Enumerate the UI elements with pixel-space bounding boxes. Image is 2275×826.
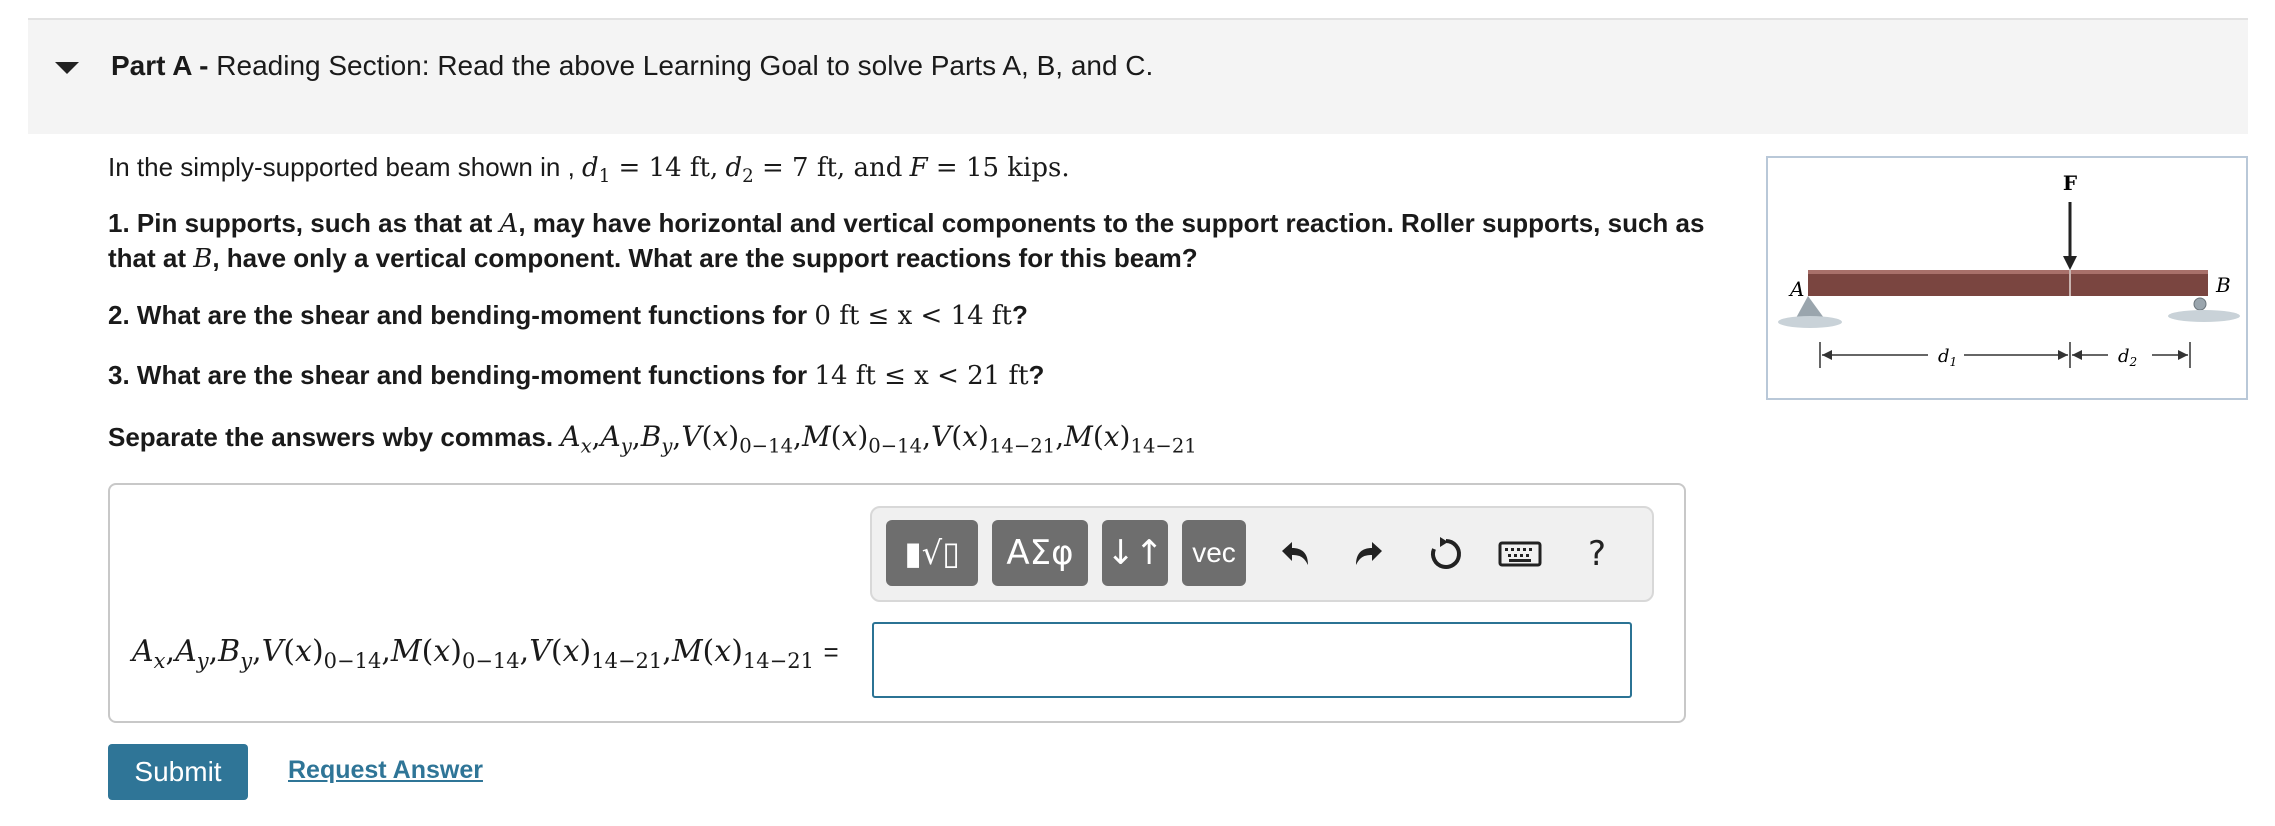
beam-figure: F A B d1 d2 bbox=[1766, 156, 2248, 400]
part-title: Part A - Reading Section: Read the above… bbox=[111, 50, 1153, 82]
question-1: 1. Pin supports, such as that at A, may … bbox=[108, 208, 1705, 274]
question-2: 2. What are the shear and bending-moment… bbox=[108, 300, 1028, 331]
greek-symbols-button[interactable]: ΑΣφ bbox=[992, 520, 1088, 586]
d1-label: d1 bbox=[1938, 346, 1957, 369]
undo-icon[interactable] bbox=[1268, 522, 1320, 586]
reset-icon[interactable] bbox=[1420, 522, 1472, 586]
help-button[interactable]: ? bbox=[1572, 522, 1622, 586]
sqrt-template-icon: ▮√▯ bbox=[904, 534, 960, 572]
collapse-caret-icon[interactable] bbox=[55, 62, 79, 74]
part-a-header[interactable]: Part A - Reading Section: Read the above… bbox=[28, 20, 2248, 134]
part-title-text: Reading Section: Read the above Learning… bbox=[216, 50, 1154, 81]
submit-button[interactable]: Submit bbox=[108, 744, 248, 800]
intro-text: In the simply-supported beam shown in , … bbox=[108, 152, 1070, 188]
part-label: Part A - bbox=[111, 50, 209, 81]
label-b: B bbox=[2215, 273, 2231, 297]
vector-button[interactable]: vec bbox=[1182, 520, 1246, 586]
beam-diagram: F A B d1 d2 bbox=[1778, 171, 2240, 369]
answer-label: Ax,Ay,By,V(x)0−14,M(x)0−14,V(x)14−21,M(x… bbox=[132, 634, 839, 673]
answer-input[interactable] bbox=[872, 622, 1632, 698]
request-answer-link[interactable]: Request Answer bbox=[288, 756, 483, 785]
math-toolbar: ▮√▯ ΑΣφ ↓↑ vec ? bbox=[870, 506, 1654, 602]
force-label: F bbox=[2063, 171, 2077, 195]
d2-label: d2 bbox=[2118, 346, 2137, 369]
templates-button[interactable]: ▮√▯ bbox=[886, 520, 978, 586]
redo-icon[interactable] bbox=[1344, 522, 1396, 586]
sub-superscript-button[interactable]: ↓↑ bbox=[1102, 520, 1168, 586]
question-3: 3. What are the shear and bending-moment… bbox=[108, 360, 1045, 391]
roller-support bbox=[2193, 297, 2207, 311]
separate-instruction: Separate the answers wby commas. Ax,Ay,B… bbox=[108, 420, 1197, 458]
keyboard-icon[interactable] bbox=[1490, 522, 1550, 586]
label-a: A bbox=[1788, 277, 1804, 301]
